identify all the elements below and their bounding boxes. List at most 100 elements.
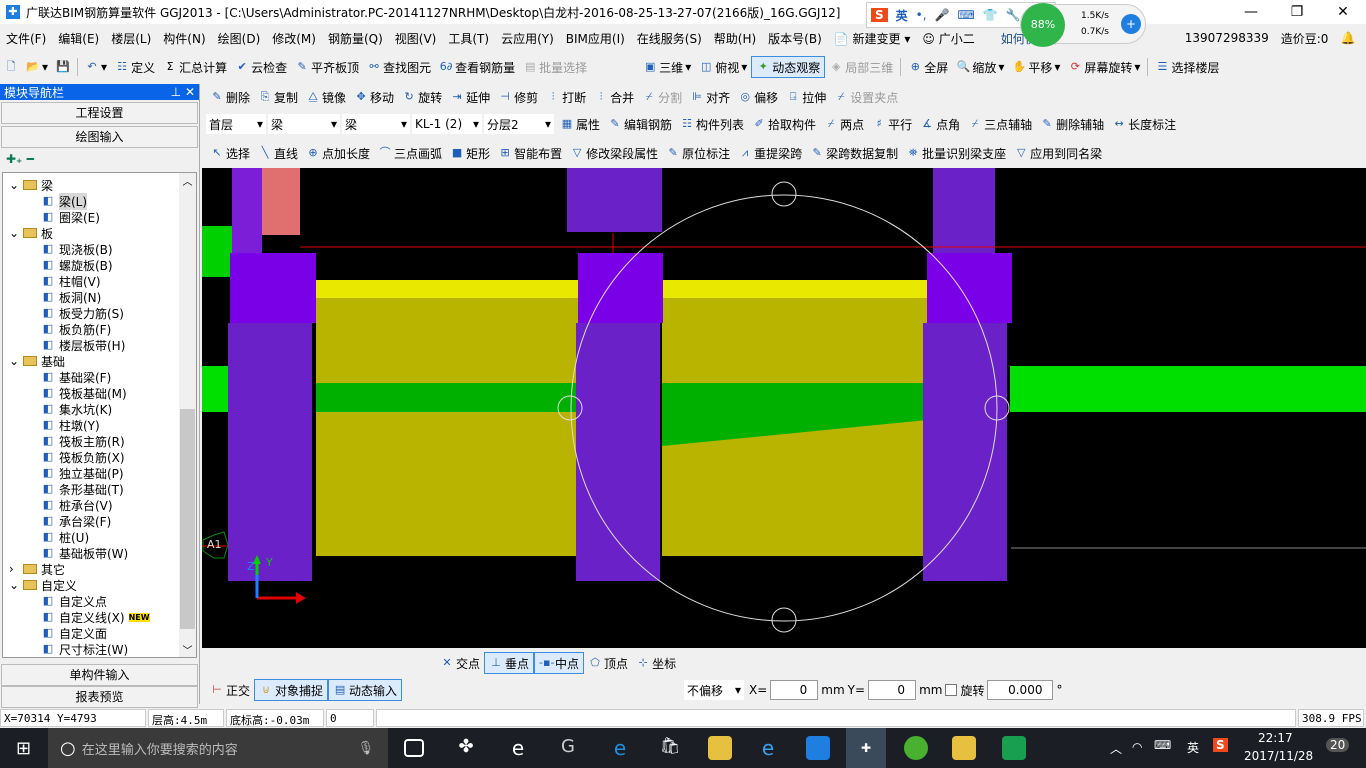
net-widget[interactable]: 88% 1.5K/s 0.7K/s + xyxy=(1020,3,1146,47)
snap-perpendicular[interactable]: ⊥ 垂点 xyxy=(484,652,535,674)
tree-item[interactable]: ◧ 条形基础(T) xyxy=(3,481,196,497)
toolbar2-button-8[interactable]: ⫶ 合并 xyxy=(590,86,638,108)
tree-item[interactable]: ◧ 板受力筋(S) xyxy=(3,305,196,321)
toolbar4-button-3[interactable]: ⌒ 三点画弧 xyxy=(374,142,446,164)
rotate-screen-button[interactable]: ⟳ 屏幕旋转 ▾ xyxy=(1064,56,1144,78)
draw-input-button[interactable]: 绘图输入 xyxy=(1,126,198,148)
tree-folder[interactable]: › 其它 xyxy=(3,561,196,577)
toolbar2-button-1[interactable]: ⎘ 复制 xyxy=(254,86,302,108)
tree-item[interactable]: ◧ 现浇板(B) xyxy=(3,241,196,257)
notification-badge[interactable]: 20 xyxy=(1326,738,1350,752)
angle-input[interactable] xyxy=(987,680,1054,700)
tree-item[interactable]: ◧ 筏板负筋(X) xyxy=(3,449,196,465)
align-slab-button[interactable]: ✎ 平齐板顶 xyxy=(291,56,363,78)
tree-folder[interactable]: ⌄ 自定义 xyxy=(3,577,196,593)
tree-item[interactable]: ◧ 楼层板带(H) xyxy=(3,337,196,353)
toolbar4-button-1[interactable]: ╲ 直线 xyxy=(254,142,302,164)
browser-icon[interactable]: G xyxy=(556,736,580,760)
menu-rebar[interactable]: 钢筋量(Q) xyxy=(322,30,389,47)
collapse-all-icon[interactable]: ━ xyxy=(27,152,34,166)
single-component-button[interactable]: 单构件输入 xyxy=(1,664,198,686)
project-settings-button[interactable]: 工程设置 xyxy=(1,102,198,124)
toolbar2-button-6[interactable]: ⊣ 修剪 xyxy=(494,86,542,108)
toolbar2-button-13[interactable]: ⌿ 设置夹点 xyxy=(830,86,902,108)
bell-icon[interactable]: 🔔 xyxy=(1334,31,1361,45)
menu-floor[interactable]: 楼层(L) xyxy=(105,30,157,47)
floor-select[interactable]: 首层 ▾ xyxy=(206,114,266,134)
assistant-button[interactable]: ☺ 广小二 xyxy=(916,30,980,47)
view-rebar-button[interactable]: 6∂ 查看钢筋量 xyxy=(435,56,519,78)
tree-scrollbar[interactable]: ︿ ﹀ xyxy=(179,173,196,657)
account-menu[interactable]: 13907298339 xyxy=(1179,31,1275,45)
edge-icon[interactable]: e xyxy=(608,736,632,760)
fullscreen-button[interactable]: ⊕ 全屏 xyxy=(904,56,952,78)
menu-modify[interactable]: 修改(M) xyxy=(266,30,322,47)
menu-tools[interactable]: 工具(T) xyxy=(442,30,495,47)
store-icon[interactable]: 🛍 xyxy=(658,736,682,760)
toolbar3-button-8[interactable]: ✎ 删除辅轴 xyxy=(1036,113,1108,135)
3d-viewport[interactable]: A1 Y Z xyxy=(202,168,1366,648)
tree-item[interactable]: ◧ 柱帽(V) xyxy=(3,273,196,289)
ortho-button[interactable]: ⊢ 正交 xyxy=(206,679,254,701)
orbit-button[interactable]: ✦ 动态观察 xyxy=(751,56,826,78)
toolbar2-button-3[interactable]: ✥ 移动 xyxy=(350,86,398,108)
sogou-tray-icon[interactable]: S xyxy=(1213,738,1228,752)
tree-item[interactable]: ◧ 自定义线(X) NEW xyxy=(3,609,196,625)
toolbar3-button-4[interactable]: ⌿ 两点 xyxy=(820,113,868,135)
component-select[interactable]: KL-1 (2) ▾ xyxy=(412,114,482,134)
mic-icon[interactable]: 🎤 xyxy=(935,8,950,22)
wifi-icon[interactable]: ◠ xyxy=(1132,740,1142,754)
type-select[interactable]: 梁 ▾ xyxy=(268,114,340,134)
tree-item[interactable]: ◧ 基础板带(W) xyxy=(3,545,196,561)
open-button[interactable]: 📂 ▾ xyxy=(22,56,52,78)
toolbar4-button-11[interactable]: ▽ 应用到同名梁 xyxy=(1010,142,1106,164)
subtype-select[interactable]: 梁 ▾ xyxy=(342,114,410,134)
toolbar2-button-5[interactable]: ⇥ 延伸 xyxy=(446,86,494,108)
toolbar3-button-3[interactable]: ✐ 拾取构件 xyxy=(748,113,820,135)
tree-folder[interactable]: ⌄ 基础 xyxy=(3,353,196,369)
expand-all-icon[interactable]: ✚₊ xyxy=(6,152,22,166)
snap-coordinate[interactable]: ⊹ 坐标 xyxy=(632,652,680,674)
toolbar4-button-10[interactable]: ⛯ 批量识别梁支座 xyxy=(902,142,1010,164)
mic-icon[interactable]: 🎙 xyxy=(357,741,374,756)
tree-item[interactable]: ◧ 桩(U) xyxy=(3,529,196,545)
collapse-icon[interactable]: ⌄ xyxy=(9,178,23,192)
clock-time[interactable]: 22:17 xyxy=(1258,731,1293,745)
toolbar3-button-7[interactable]: ⌿ 三点辅轴 xyxy=(964,113,1036,135)
toolbar2-button-9[interactable]: ⌿ 分割 xyxy=(638,86,686,108)
ime-indicator[interactable]: 英 xyxy=(1187,739,1199,756)
ie-icon[interactable]: e xyxy=(506,736,530,760)
menu-bim[interactable]: BIM应用(I) xyxy=(560,30,631,47)
collapse-icon[interactable]: ⌄ xyxy=(9,354,23,368)
new-change-button[interactable]: 📄 新建变更 ▾ xyxy=(828,30,917,47)
top-view-button[interactable]: ◫ 俯视 ▾ xyxy=(695,56,751,78)
tree-item[interactable]: ◧ 集水坑(K) xyxy=(3,401,196,417)
y-offset-input[interactable] xyxy=(868,680,917,700)
menu-cloud[interactable]: 云应用(Y) xyxy=(495,30,560,47)
toolbar2-button-12[interactable]: ⍈ 拉伸 xyxy=(782,86,830,108)
toolbar3-button-6[interactable]: ∡ 点角 xyxy=(916,113,964,135)
tree-item[interactable]: ◧ 筏板主筋(R) xyxy=(3,433,196,449)
toolbar4-button-7[interactable]: ✎ 原位标注 xyxy=(662,142,734,164)
file-explorer-icon[interactable] xyxy=(708,736,732,760)
tree-item[interactable]: ◧ 桩承台(V) xyxy=(3,497,196,513)
toolbar2-button-2[interactable]: ⧋ 镜像 xyxy=(302,86,350,108)
fan-app-icon[interactable]: ✤ xyxy=(454,736,478,760)
keyboard-icon[interactable]: ⌨ xyxy=(1154,738,1171,752)
define-button[interactable]: ☷ 定义 xyxy=(111,56,159,78)
close-button[interactable]: ✕ xyxy=(1320,0,1366,24)
tree-item[interactable]: ◧ 板负筋(F) xyxy=(3,321,196,337)
summary-calc-button[interactable]: Σ 汇总计算 xyxy=(159,56,231,78)
dynamic-input-button[interactable]: ▤ 动态输入 xyxy=(328,679,403,701)
wrench-icon[interactable]: 🔧 xyxy=(1006,8,1021,22)
toolbar2-button-4[interactable]: ↻ 旋转 xyxy=(398,86,446,108)
undo-button[interactable]: ↶ ▾ xyxy=(81,56,111,78)
ime-lang[interactable]: 英 xyxy=(896,7,908,24)
toolbar4-button-0[interactable]: ↖ 选择 xyxy=(206,142,254,164)
tree-item[interactable]: ◧ 柱墩(Y) xyxy=(3,417,196,433)
snap-intersection[interactable]: ✕ 交点 xyxy=(436,652,484,674)
menu-draw[interactable]: 绘图(D) xyxy=(212,30,267,47)
toolbar2-button-11[interactable]: ◎ 偏移 xyxy=(734,86,782,108)
glodon-icon[interactable] xyxy=(806,736,830,760)
notepad-app-icon[interactable] xyxy=(952,736,976,760)
